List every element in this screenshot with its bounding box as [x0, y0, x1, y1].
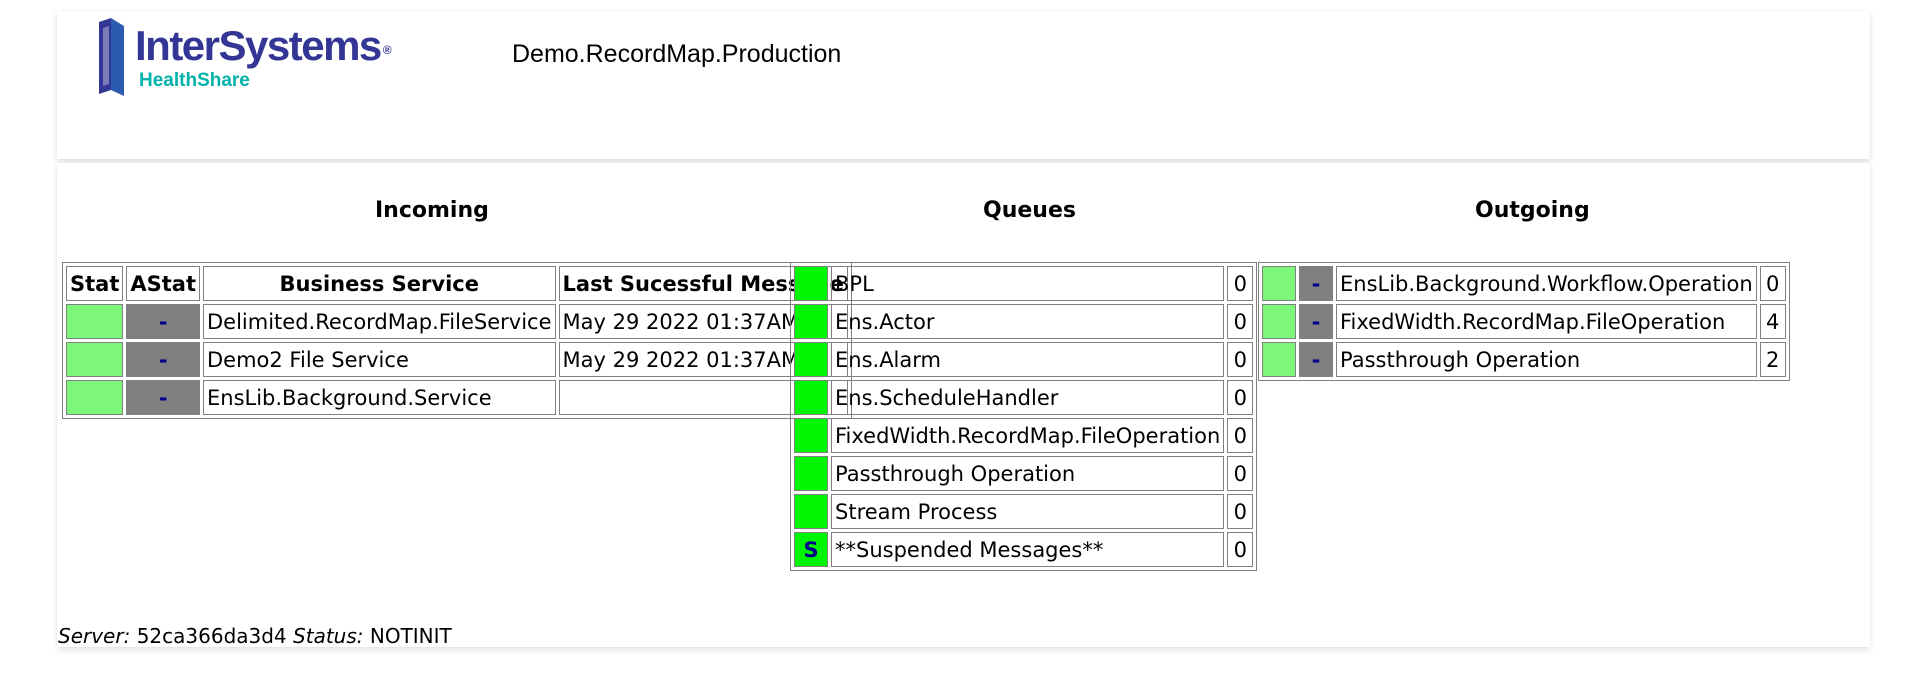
incoming-table: Stat AStat Business Service Last Sucessf… [62, 262, 852, 419]
col-astat: AStat [126, 266, 200, 301]
queue-row[interactable]: Ens.Actor 0 [794, 304, 1254, 339]
queue-name[interactable]: Passthrough Operation [831, 456, 1225, 491]
logo-product-text: HealthShare [139, 70, 250, 91]
queue-count: 0 [1227, 380, 1254, 415]
queue-name[interactable]: **Suspended Messages** [831, 532, 1225, 567]
operation-name[interactable]: Passthrough Operation [1336, 342, 1757, 377]
queue-status-indicator[interactable] [794, 266, 828, 301]
queue-count: 0 [1227, 266, 1254, 301]
col-stat: Stat [66, 266, 124, 301]
table-row[interactable]: - Delimited.RecordMap.FileService May 29… [66, 304, 848, 339]
queue-name[interactable]: Ens.Alarm [831, 342, 1225, 377]
operation-count: 0 [1759, 266, 1786, 301]
status-indicator[interactable] [1262, 304, 1296, 339]
operation-count: 2 [1759, 342, 1786, 377]
intersystems-healthshare-logo: InterSystems ® HealthShare [97, 18, 427, 98]
astat-indicator[interactable]: - [1299, 266, 1333, 301]
logo-brand-text: InterSystems [135, 22, 382, 69]
registered-mark-icon: ® [382, 43, 392, 57]
queue-row[interactable]: BPL 0 [794, 266, 1254, 301]
queue-row[interactable]: Ens.Alarm 0 [794, 342, 1254, 377]
status-indicator[interactable] [1262, 342, 1296, 377]
outgoing-table: - EnsLib.Background.Workflow.Operation 0… [1258, 262, 1790, 381]
table-row[interactable]: - EnsLib.Background.Service [66, 380, 848, 415]
queue-row[interactable]: Stream Process 0 [794, 494, 1254, 529]
queues-heading: Queues [983, 198, 1076, 223]
service-name[interactable]: EnsLib.Background.Service [203, 380, 556, 415]
astat-indicator[interactable]: - [126, 304, 200, 339]
queue-count: 0 [1227, 304, 1254, 339]
status-indicator[interactable] [66, 342, 124, 377]
queues-table: BPL 0 Ens.Actor 0 Ens.Alarm 0 Ens.Schedu… [790, 262, 1258, 571]
queue-status-indicator[interactable] [794, 342, 828, 377]
queue-count: 0 [1227, 532, 1254, 567]
status-label: Status: [293, 624, 364, 648]
queue-status-indicator[interactable] [794, 304, 828, 339]
astat-indicator[interactable]: - [1299, 342, 1333, 377]
table-row[interactable]: - FixedWidth.RecordMap.FileOperation 4 [1262, 304, 1786, 339]
status-indicator[interactable] [66, 304, 124, 339]
queue-count: 0 [1227, 418, 1254, 453]
production-title: Demo.RecordMap.Production [512, 40, 842, 68]
service-name[interactable]: Demo2 File Service [203, 342, 556, 377]
astat-indicator[interactable]: - [126, 342, 200, 377]
outgoing-heading: Outgoing [1475, 198, 1590, 223]
queue-row[interactable]: S **Suspended Messages** 0 [794, 532, 1254, 567]
operation-name[interactable]: EnsLib.Background.Workflow.Operation [1336, 266, 1757, 301]
table-row[interactable]: - Passthrough Operation 2 [1262, 342, 1786, 377]
queue-status-indicator[interactable] [794, 494, 828, 529]
operation-name[interactable]: FixedWidth.RecordMap.FileOperation [1336, 304, 1757, 339]
status-indicator[interactable] [1262, 266, 1296, 301]
queue-count: 0 [1227, 494, 1254, 529]
server-status-footer: Server: 52ca366da3d4 Status: NOTINIT [58, 624, 452, 648]
queue-status-indicator[interactable] [794, 380, 828, 415]
status-indicator[interactable] [66, 380, 124, 415]
astat-indicator[interactable]: - [1299, 304, 1333, 339]
queue-count: 0 [1227, 342, 1254, 377]
table-row[interactable]: - Demo2 File Service May 29 2022 01:37AM [66, 342, 848, 377]
col-business-service: Business Service [203, 266, 556, 301]
logo-mark-icon [99, 18, 124, 96]
service-name[interactable]: Delimited.RecordMap.FileService [203, 304, 556, 339]
server-value: 52ca366da3d4 [136, 624, 287, 648]
incoming-header-row: Stat AStat Business Service Last Sucessf… [66, 266, 848, 301]
queue-name[interactable]: BPL [831, 266, 1225, 301]
queue-row[interactable]: FixedWidth.RecordMap.FileOperation 0 [794, 418, 1254, 453]
incoming-heading: Incoming [375, 198, 489, 223]
queue-name[interactable]: Stream Process [831, 494, 1225, 529]
queue-name[interactable]: FixedWidth.RecordMap.FileOperation [831, 418, 1225, 453]
queue-name[interactable]: Ens.ScheduleHandler [831, 380, 1225, 415]
queue-row[interactable]: Passthrough Operation 0 [794, 456, 1254, 491]
status-value: NOTINIT [369, 624, 452, 648]
operation-count: 4 [1759, 304, 1786, 339]
queue-name[interactable]: Ens.Actor [831, 304, 1225, 339]
table-row[interactable]: - EnsLib.Background.Workflow.Operation 0 [1262, 266, 1786, 301]
astat-indicator[interactable]: - [126, 380, 200, 415]
server-label: Server: [58, 624, 131, 648]
queue-status-indicator[interactable] [794, 456, 828, 491]
queue-row[interactable]: Ens.ScheduleHandler 0 [794, 380, 1254, 415]
queue-status-indicator[interactable] [794, 418, 828, 453]
suspended-status-indicator[interactable]: S [794, 532, 828, 567]
queue-count: 0 [1227, 456, 1254, 491]
